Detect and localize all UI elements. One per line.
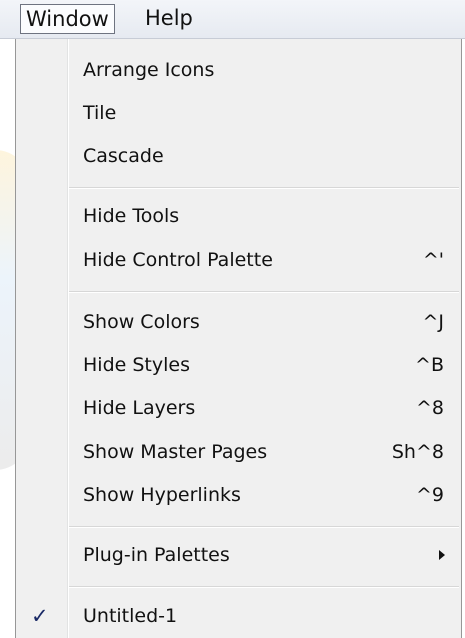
menu-separator: [69, 526, 459, 528]
screen: Window Help Arrange Icons Tile Cascade H…: [0, 0, 465, 638]
menu-item-shortcut: Sh^8: [391, 441, 444, 463]
checkmark-icon: ✓: [31, 604, 49, 628]
menu-item-tile[interactable]: Tile: [16, 93, 461, 133]
menu-item-label: Hide Layers: [83, 397, 196, 419]
menu-item-hide-styles[interactable]: Hide Styles ^B: [16, 345, 461, 385]
menu-item-label: Hide Control Palette: [83, 249, 273, 271]
menu-separator: [69, 187, 459, 189]
menu-item-plugin-palettes[interactable]: Plug-in Palettes: [16, 535, 461, 575]
menu-item-label: Show Hyperlinks: [83, 484, 241, 506]
menu-item-label: Hide Tools: [83, 205, 180, 227]
menu-item-shortcut: ^': [422, 249, 444, 271]
menu-item-hide-tools[interactable]: Hide Tools: [16, 196, 461, 236]
menu-item-label: Plug-in Palettes: [83, 544, 230, 566]
menu-item-hide-layers[interactable]: Hide Layers ^8: [16, 388, 461, 428]
menu-item-label: Show Master Pages: [83, 441, 268, 463]
menu-separator: [69, 291, 459, 293]
menu-item-hide-control-palette[interactable]: Hide Control Palette ^': [16, 240, 461, 280]
menu-separator: [69, 586, 459, 588]
menu-item-show-hyperlinks[interactable]: Show Hyperlinks ^9: [16, 475, 461, 515]
menu-item-arrange-icons[interactable]: Arrange Icons: [16, 50, 461, 90]
menu-item-shortcut: ^8: [415, 397, 444, 419]
menu-item-label: Cascade: [83, 145, 164, 167]
menu-item-shortcut: ^B: [415, 354, 444, 376]
window-dropdown-menu: Arrange Icons Tile Cascade Hide Tools Hi…: [15, 38, 462, 638]
menu-item-show-colors[interactable]: Show Colors ^J: [16, 302, 461, 342]
menu-help[interactable]: Help: [140, 4, 198, 32]
menu-item-cascade[interactable]: Cascade: [16, 136, 461, 176]
chevron-right-icon: [439, 550, 445, 560]
menu-item-label: Hide Styles: [83, 354, 190, 376]
menu-item-label: Show Colors: [83, 311, 200, 333]
menu-bar: Window Help: [0, 0, 465, 39]
menu-item-shortcut: ^J: [422, 311, 444, 333]
menu-item-label: Tile: [83, 102, 117, 124]
menu-item-show-master-pages[interactable]: Show Master Pages Sh^8: [16, 432, 461, 472]
menu-item-label: Untitled-1: [83, 605, 178, 627]
menu-item-shortcut: ^9: [415, 484, 444, 506]
menu-item-label: Arrange Icons: [83, 59, 215, 81]
menu-item-untitled-1[interactable]: ✓ Untitled-1: [16, 596, 461, 636]
menu-window[interactable]: Window: [20, 4, 115, 34]
